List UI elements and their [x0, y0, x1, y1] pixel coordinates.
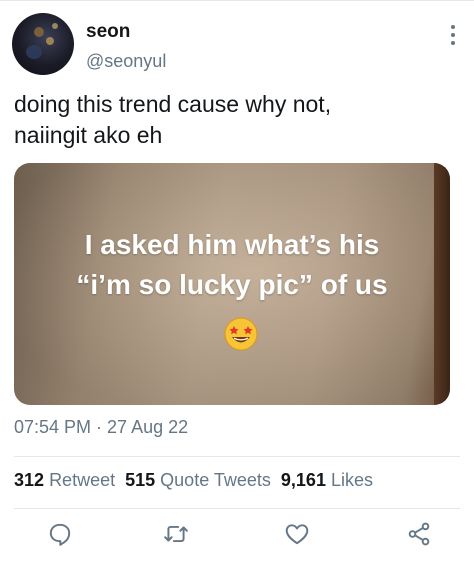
- likes-label: Likes: [330, 470, 373, 490]
- tweet-actions: [0, 521, 474, 551]
- reply-icon[interactable]: [47, 521, 73, 547]
- tweet-detail: seon @seonyul doing this trend cause why…: [0, 0, 474, 561]
- tweet-timestamp[interactable]: 07:54 PM · 27 Aug 22: [14, 417, 188, 438]
- quotes-count: 515: [125, 470, 156, 490]
- tweet-stats: 312 Retweet 515 Quote Tweets 9,161 Likes: [14, 470, 373, 491]
- retweets-label: Retweet: [49, 470, 116, 490]
- likes-stat[interactable]: 9,161 Likes: [281, 470, 373, 490]
- display-name[interactable]: seon: [86, 21, 130, 43]
- quotes-label: Quote Tweets: [160, 470, 271, 490]
- retweet-icon[interactable]: [163, 521, 189, 547]
- tweet-text: doing this trend cause why not, naiingit…: [14, 91, 332, 148]
- share-icon[interactable]: [406, 521, 432, 547]
- tweet-media-image[interactable]: I asked him what’s his “i’m so lucky pic…: [14, 163, 450, 405]
- retweets-count: 312: [14, 470, 45, 490]
- quotes-stat[interactable]: 515 Quote Tweets: [125, 470, 271, 490]
- likes-count: 9,161: [280, 470, 326, 490]
- more-options-icon[interactable]: [446, 23, 460, 47]
- tweet-header: seon @seonyul: [12, 13, 462, 77]
- retweets-stat[interactable]: 312 Retweet: [14, 470, 115, 490]
- divider: [14, 508, 460, 509]
- like-icon[interactable]: [284, 521, 310, 547]
- media-caption: I asked him what’s his “i’m so lucky pic…: [76, 229, 388, 300]
- user-handle[interactable]: @seonyul: [86, 51, 166, 72]
- star-struck-emoji: [224, 317, 258, 351]
- divider: [14, 456, 460, 457]
- avatar[interactable]: [12, 13, 74, 75]
